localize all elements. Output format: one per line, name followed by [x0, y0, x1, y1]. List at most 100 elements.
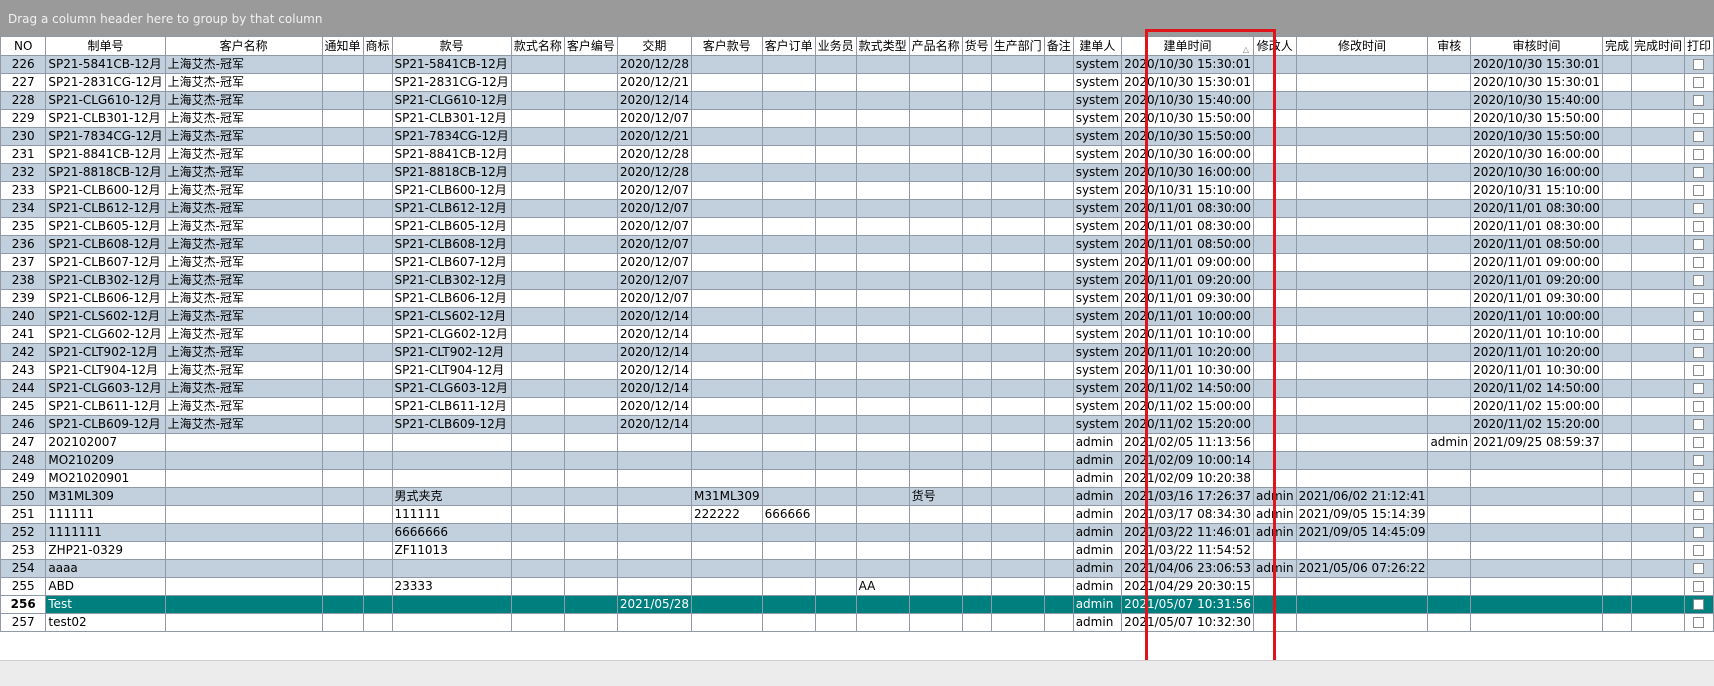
- column-header-kehubianhao[interactable]: 客户编号: [563, 36, 618, 56]
- cell-yewuyuan[interactable]: [814, 379, 857, 398]
- cell-wancheng[interactable]: [1601, 55, 1632, 74]
- cell-yewuyuan[interactable]: [814, 469, 857, 488]
- cell-jiandanshijian[interactable]: 2020/10/31 15:10:00: [1121, 181, 1254, 200]
- cell-yewuyuan[interactable]: [814, 127, 857, 146]
- cell-shenheshijian[interactable]: [1470, 523, 1603, 542]
- table-row[interactable]: 231 SP21-8841CB-12月 上海艾杰-冠军 SP21-8841CB-12月…: [0, 145, 1714, 164]
- cell-kuanhao[interactable]: SP21-CLB302-12月: [391, 271, 512, 290]
- cell-shangbiao[interactable]: [362, 469, 393, 488]
- cell-kuanhao[interactable]: SP21-CLB611-12月: [391, 397, 512, 416]
- cell-xiugairen[interactable]: [1252, 145, 1297, 164]
- table-row[interactable]: 252 1111111 6666666 admin 2021/03/22 11:46:0…: [0, 523, 1714, 542]
- cell-kehubianhao[interactable]: [563, 235, 618, 254]
- cell-huohao[interactable]: [961, 253, 992, 272]
- cell-kuanhao[interactable]: 男式夹克: [391, 487, 512, 506]
- cell-no[interactable]: 256: [0, 595, 47, 614]
- cell-huohao[interactable]: [961, 469, 992, 488]
- cell-jiaoqi[interactable]: 2020/12/14: [616, 397, 693, 416]
- cell-kuanhao[interactable]: [391, 595, 512, 614]
- cell-shenhe[interactable]: [1427, 271, 1472, 290]
- cell-xiugaishijian[interactable]: [1295, 469, 1429, 488]
- cell-chanpinmingcheng[interactable]: [908, 361, 963, 380]
- cell-kuanshimingcheng[interactable]: [510, 595, 565, 614]
- print-checkbox[interactable]: [1693, 581, 1705, 592]
- cell-beizhu[interactable]: [1043, 307, 1074, 326]
- cell-kehubianhao[interactable]: [563, 271, 618, 290]
- cell-jiaoqi[interactable]: 2020/12/21: [616, 127, 693, 146]
- cell-shenheshijian[interactable]: 2020/10/30 16:00:00: [1470, 145, 1603, 164]
- cell-kuanshimingcheng[interactable]: [510, 325, 565, 344]
- cell-kehu[interactable]: 上海艾杰-冠军: [164, 343, 323, 362]
- cell-shengchanbumen[interactable]: [990, 397, 1045, 416]
- print-checkbox[interactable]: [1693, 437, 1705, 448]
- cell-yewuyuan[interactable]: [814, 487, 857, 506]
- cell-jiandanshijian[interactable]: 2020/11/01 09:00:00: [1121, 253, 1254, 272]
- cell-kehukuanhao[interactable]: M31ML309: [691, 487, 763, 506]
- cell-wanchengshijian[interactable]: [1630, 199, 1685, 218]
- cell-no[interactable]: 242: [0, 343, 47, 362]
- cell-xiugairen[interactable]: [1252, 361, 1297, 380]
- cell-wancheng[interactable]: [1601, 127, 1632, 146]
- cell-beizhu[interactable]: [1043, 127, 1074, 146]
- cell-kehubianhao[interactable]: [563, 181, 618, 200]
- cell-shengchanbumen[interactable]: [990, 487, 1045, 506]
- cell-jiandanren[interactable]: system: [1072, 181, 1123, 200]
- column-header-shengchanbumen[interactable]: 生产部门: [990, 36, 1045, 56]
- cell-beizhu[interactable]: [1043, 559, 1074, 578]
- cell-kehukuanhao[interactable]: [691, 289, 763, 308]
- cell-kuanshileixing[interactable]: [855, 541, 910, 560]
- cell-xiugairen[interactable]: [1252, 577, 1297, 596]
- cell-shenhe[interactable]: [1427, 307, 1472, 326]
- cell-chanpinmingcheng[interactable]: [908, 235, 963, 254]
- cell-shengchanbumen[interactable]: [990, 523, 1045, 542]
- cell-kuanshileixing[interactable]: [855, 325, 910, 344]
- cell-kehukuanhao[interactable]: [691, 343, 763, 362]
- cell-xiugaishijian[interactable]: [1295, 109, 1429, 128]
- cell-wancheng[interactable]: [1601, 595, 1632, 614]
- cell-tongzhi[interactable]: [321, 361, 364, 380]
- cell-kuanhao[interactable]: SP21-CLG610-12月: [391, 91, 512, 110]
- cell-chanpinmingcheng[interactable]: [908, 559, 963, 578]
- cell-xiugairen[interactable]: [1252, 91, 1297, 110]
- print-checkbox[interactable]: [1693, 563, 1705, 574]
- cell-kuanshimingcheng[interactable]: [510, 289, 565, 308]
- cell-chanpinmingcheng[interactable]: [908, 505, 963, 524]
- cell-kehukuanhao[interactable]: [691, 73, 763, 92]
- cell-shengchanbumen[interactable]: [990, 307, 1045, 326]
- cell-beizhu[interactable]: [1043, 235, 1074, 254]
- cell-jiaoqi[interactable]: 2021/05/28: [616, 595, 693, 614]
- cell-no[interactable]: 231: [0, 145, 47, 164]
- table-row[interactable]: 238 SP21-CLB302-12月 上海艾杰-冠军 SP21-CLB302-12月…: [0, 271, 1714, 290]
- cell-kehukuanhao[interactable]: [691, 595, 763, 614]
- cell-kehubianhao[interactable]: [563, 199, 618, 218]
- cell-jiaoqi[interactable]: [616, 487, 693, 506]
- cell-wancheng[interactable]: [1601, 577, 1632, 596]
- cell-wanchengshijian[interactable]: [1630, 415, 1685, 434]
- table-row[interactable]: 243 SP21-CLT904-12月 上海艾杰-冠军 SP21-CLT904-12月…: [0, 361, 1714, 380]
- table-row[interactable]: 249 MO21020901 admin 2021/02/09 10:20:38: [0, 469, 1714, 488]
- cell-kehudingdan[interactable]: [761, 487, 816, 506]
- cell-shenheshijian[interactable]: 2020/10/31 15:10:00: [1470, 181, 1603, 200]
- cell-shengchanbumen[interactable]: [990, 271, 1045, 290]
- cell-jiandanren[interactable]: system: [1072, 271, 1123, 290]
- cell-kuanshimingcheng[interactable]: [510, 541, 565, 560]
- cell-no[interactable]: 228: [0, 91, 47, 110]
- cell-zhidan[interactable]: SP21-CLT904-12月: [45, 361, 166, 380]
- cell-no[interactable]: 252: [0, 523, 47, 542]
- cell-xiugaishijian[interactable]: [1295, 325, 1429, 344]
- cell-jiaoqi[interactable]: [616, 505, 693, 524]
- cell-kuanshimingcheng[interactable]: [510, 343, 565, 362]
- cell-huohao[interactable]: [961, 91, 992, 110]
- cell-zhidan[interactable]: SP21-CLB302-12月: [45, 271, 166, 290]
- cell-huohao[interactable]: [961, 397, 992, 416]
- cell-xiugairen[interactable]: [1252, 469, 1297, 488]
- cell-no[interactable]: 237: [0, 253, 47, 272]
- cell-wancheng[interactable]: [1601, 487, 1632, 506]
- cell-kuanhao[interactable]: SP21-CLG603-12月: [391, 379, 512, 398]
- cell-xiugaishijian[interactable]: [1295, 307, 1429, 326]
- cell-wanchengshijian[interactable]: [1630, 109, 1685, 128]
- cell-huohao[interactable]: [961, 109, 992, 128]
- cell-kuanshileixing[interactable]: [855, 379, 910, 398]
- cell-tongzhi[interactable]: [321, 217, 364, 236]
- cell-jiandanren[interactable]: system: [1072, 73, 1123, 92]
